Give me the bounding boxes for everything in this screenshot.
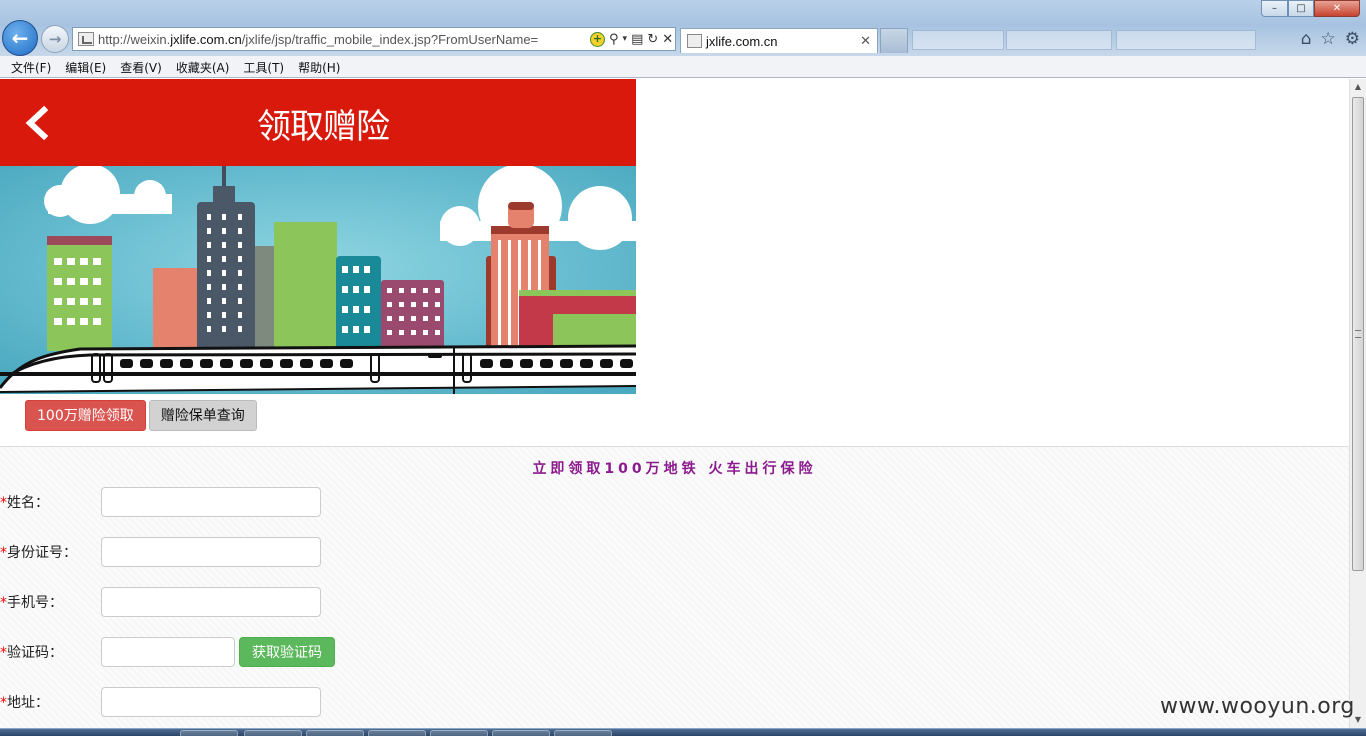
get-code-button[interactable]: 获取验证码 — [239, 637, 335, 667]
grip-icon — [1355, 330, 1361, 338]
tab-favicon-icon — [687, 34, 702, 48]
menu-view[interactable]: 查看(V) — [113, 56, 169, 77]
insurance-tabs: 100万赠险领取 赠险保单查询 — [25, 400, 257, 431]
watermark: www.wooyun.org — [1160, 694, 1355, 719]
page-viewport: 领取赠险 100万赠险领取 赠险保单查询 立即领取100万地铁 火车出行保险 *… — [0, 79, 1349, 728]
required-mark: * — [0, 545, 7, 561]
address-bar-icons: + ⚲ ▾ ▤ ↻ ✕ — [590, 31, 673, 47]
tab-title: jxlife.com.cn — [706, 33, 778, 49]
id-number-input[interactable] — [101, 537, 321, 567]
name-label: *姓名： — [0, 492, 101, 512]
page-icon[interactable]: ▤ — [631, 32, 643, 47]
browser-toolbar-right: ⌂ ☆ ⚙ — [1301, 29, 1360, 49]
arrow-right-icon: → — [48, 30, 62, 48]
tab-query-policy[interactable]: 赠险保单查询 — [148, 400, 257, 431]
id-number-label: *身份证号： — [0, 542, 101, 562]
background-window-tab — [912, 30, 1004, 50]
background-window-tab — [1006, 30, 1112, 50]
tab-claim-insurance[interactable]: 100万赠险领取 — [25, 400, 146, 431]
browser-tab-active[interactable]: jxlife.com.cn ✕ — [680, 28, 878, 53]
menu-tools[interactable]: 工具(T) — [236, 56, 291, 77]
search-icon[interactable]: ⚲ — [609, 32, 619, 47]
required-mark: * — [0, 645, 7, 661]
dropdown-icon[interactable]: ▾ — [623, 34, 628, 44]
scroll-up-icon[interactable]: ▲ — [1353, 82, 1363, 92]
window-controls: – □ ✕ — [1261, 0, 1360, 17]
address-bar[interactable]: http://weixin.jxlife.com.cn/jxlife/jsp/t… — [72, 27, 676, 51]
page-favicon-icon — [78, 32, 94, 46]
back-button[interactable]: ← — [2, 20, 38, 56]
refresh-icon[interactable]: ↻ — [647, 32, 658, 47]
verification-code-input[interactable] — [101, 637, 235, 667]
url-prefix: http://weixin. — [98, 31, 171, 47]
compatibility-view-icon[interactable]: + — [590, 31, 605, 47]
menu-file[interactable]: 文件(F) — [4, 56, 58, 77]
close-window-button[interactable]: ✕ — [1314, 0, 1360, 17]
menu-favorites[interactable]: 收藏夹(A) — [169, 56, 237, 77]
stop-icon[interactable]: ✕ — [662, 32, 673, 47]
url-domain: jxlife.com.cn — [170, 31, 242, 47]
url-path: /jxlife/jsp/traffic_mobile_index.jsp?Fro… — [241, 31, 539, 47]
arrow-left-icon: ← — [11, 26, 29, 50]
menu-help[interactable]: 帮助(H) — [291, 56, 347, 77]
required-mark: * — [0, 695, 7, 711]
claim-form: 立即领取100万地铁 火车出行保险 *姓名： *身份证号： *手机号： *验证码… — [0, 446, 1349, 728]
address-label-text: 地址： — [7, 695, 49, 711]
vertical-scrollbar[interactable]: ▲ ▼ — [1349, 79, 1366, 728]
browser-titlebar: – □ ✕ ← → http://weixin.jxlife.com.cn/jx… — [0, 0, 1366, 56]
new-tab-button[interactable] — [880, 28, 908, 53]
scrollbar-thumb[interactable] — [1352, 97, 1364, 571]
form-row-phone: *手机号： — [0, 587, 321, 617]
favorites-star-icon[interactable]: ☆ — [1321, 29, 1336, 49]
settings-gear-icon[interactable]: ⚙ — [1345, 29, 1360, 49]
page-header: 领取赠险 — [0, 79, 636, 166]
form-row-address: *地址： — [0, 687, 321, 717]
phone-label-text: 手机号： — [7, 595, 63, 611]
form-row-id: *身份证号： — [0, 537, 321, 567]
menu-edit[interactable]: 编辑(E) — [58, 56, 113, 77]
city-train-banner — [0, 166, 636, 394]
code-label-text: 验证码： — [7, 645, 63, 661]
required-mark: * — [0, 495, 7, 511]
address-url[interactable]: http://weixin.jxlife.com.cn/jxlife/jsp/t… — [98, 32, 566, 47]
page-title: 领取赠险 — [257, 107, 390, 147]
windows-taskbar — [0, 728, 1366, 737]
form-row-name: *姓名： — [0, 487, 321, 517]
home-icon[interactable]: ⌂ — [1301, 29, 1312, 49]
required-mark: * — [0, 595, 7, 611]
phone-label: *手机号： — [0, 592, 101, 612]
tab-close-icon[interactable]: ✕ — [860, 34, 871, 49]
maximize-button[interactable]: □ — [1288, 0, 1314, 17]
minimize-button[interactable]: – — [1261, 0, 1288, 17]
name-label-text: 姓名： — [7, 495, 49, 511]
menu-bar: 文件(F) 编辑(E) 查看(V) 收藏夹(A) 工具(T) 帮助(H) — [0, 56, 1366, 78]
address-input[interactable] — [101, 687, 321, 717]
phone-input[interactable] — [101, 587, 321, 617]
name-input[interactable] — [101, 487, 321, 517]
verification-code-label: *验证码： — [0, 642, 101, 662]
background-window-tab — [1116, 30, 1256, 50]
forward-button[interactable]: → — [41, 25, 69, 53]
id-label-text: 身份证号： — [7, 545, 77, 561]
form-heading: 立即领取100万地铁 火车出行保险 — [532, 461, 817, 477]
address-label: *地址： — [0, 692, 101, 712]
form-row-code: *验证码： 获取验证码 — [0, 637, 335, 667]
